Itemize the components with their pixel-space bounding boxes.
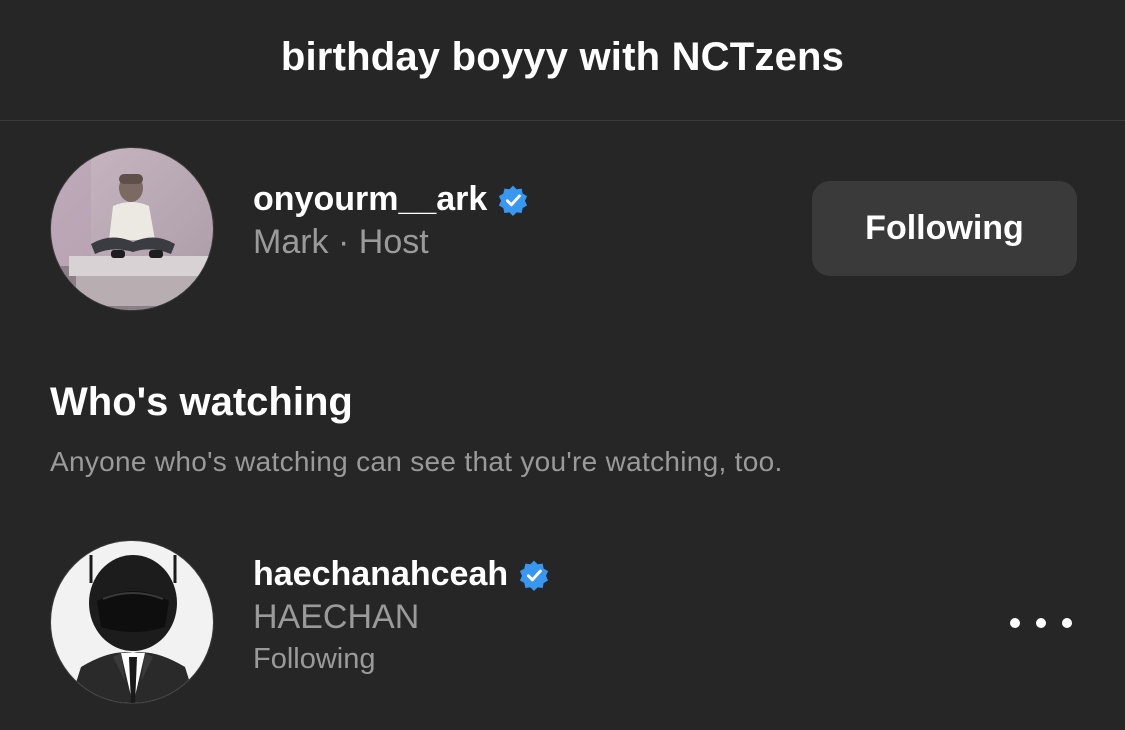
host-username[interactable]: onyourm__ark xyxy=(253,180,487,219)
more-dot xyxy=(1036,618,1046,628)
verified-badge-icon xyxy=(499,185,528,216)
whos-watching-heading: Who's watching xyxy=(50,380,353,424)
viewer-display-name: HAECHAN xyxy=(253,598,420,636)
host-photo-icon xyxy=(51,148,213,310)
host-info: onyourm__ark Mark · Host xyxy=(253,180,529,262)
viewer-follow-status: Following xyxy=(253,643,376,675)
viewer-avatar[interactable] xyxy=(50,540,214,704)
host-name-role: Mark · Host xyxy=(253,223,429,261)
viewer-info: haechanahceah HAECHAN Following xyxy=(253,555,550,676)
following-button[interactable]: Following xyxy=(812,181,1077,276)
more-options-icon[interactable] xyxy=(1010,605,1072,641)
header-bar: birthday boyyy with NCTzens xyxy=(0,0,1125,121)
live-title: birthday boyyy with NCTzens xyxy=(280,34,845,79)
more-dot xyxy=(1010,618,1020,628)
more-dot xyxy=(1062,618,1072,628)
verified-badge-icon xyxy=(520,560,549,591)
live-viewers-screen: birthday boyyy with NCTzens onyourm__ark… xyxy=(0,0,1125,730)
viewer-photo-icon xyxy=(51,541,213,703)
viewer-username[interactable]: haechanahceah xyxy=(253,555,508,594)
host-avatar[interactable] xyxy=(50,147,214,311)
whos-watching-subtitle: Anyone who's watching can see that you'r… xyxy=(50,446,783,477)
